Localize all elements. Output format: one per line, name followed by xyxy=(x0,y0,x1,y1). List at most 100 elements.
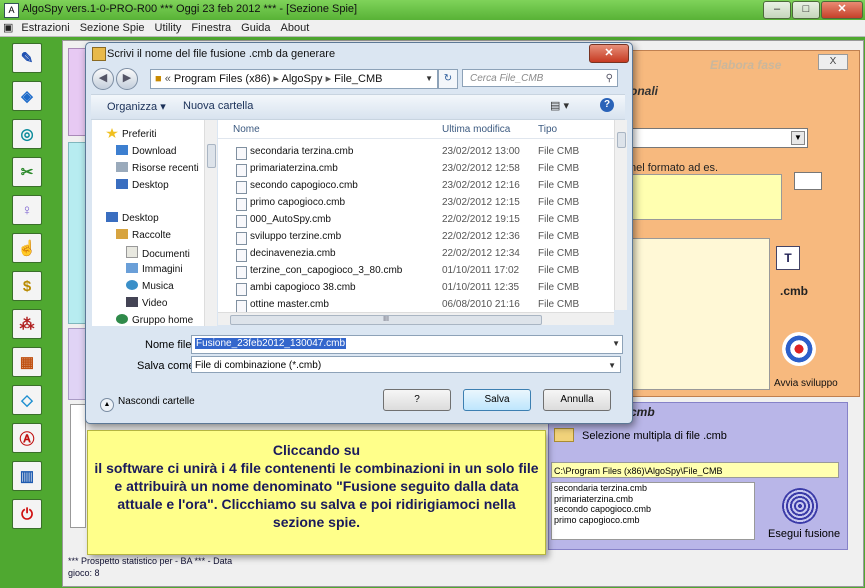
nav-risorse-recenti[interactable]: Risorse recenti xyxy=(116,162,199,174)
panel-input-yellow[interactable] xyxy=(628,174,782,220)
hide-folders-toggle[interactable]: ▲ Nascondi cartelle xyxy=(100,396,195,412)
dialog-title: Scrivi il nome del file fusione .cmb da … xyxy=(107,48,336,60)
nav-immagini[interactable]: Immagini xyxy=(126,263,183,275)
filename-input[interactable]: Fusione_23feb2012_130047.cmb ▼ xyxy=(191,335,623,354)
file-row[interactable]: primo capogioco.cmb 23/02/2012 12:15 File … xyxy=(236,195,614,211)
menu-about[interactable]: About xyxy=(276,21,315,35)
chevron-down-icon[interactable]: ▼ xyxy=(612,339,620,348)
circle-arrow-icon[interactable]: ◎ xyxy=(12,119,42,149)
file-row[interactable]: secondaria terzina.cmb 23/02/2012 13:00 Fi… xyxy=(236,144,614,160)
file-row[interactable]: terzine_con_capogioco_3_80.cmb 01/10/2011… xyxy=(236,263,614,279)
search-input[interactable]: Cerca File_CMB ⚲ xyxy=(462,69,618,87)
esegui-fusione-label[interactable]: Esegui fusione xyxy=(768,528,840,540)
refresh-icon[interactable]: ↻ xyxy=(438,69,458,89)
nav-gruppo-home[interactable]: Gruppo home xyxy=(116,314,193,326)
star-icon xyxy=(106,128,118,138)
network-icon[interactable]: ⁂ xyxy=(12,309,42,339)
folder-icon[interactable] xyxy=(554,428,574,442)
nav-preferiti[interactable]: Preferiti xyxy=(106,128,156,140)
selected-files-list[interactable]: secondaria terzina.cmb primariaterzina.c… xyxy=(551,482,755,540)
file-row[interactable]: ambi capogioco 38.cmb 01/10/2011 12:35 Fil… xyxy=(236,280,614,296)
breadcrumb-algospy[interactable]: AlgoSpy xyxy=(282,73,323,85)
path-field[interactable]: C:\Program Files (x86)\AlgoSpy\File_CMB xyxy=(551,462,839,478)
list-item[interactable]: secondaria terzina.cmb xyxy=(552,483,754,494)
file-row[interactable]: sviluppo terzine.cmb 22/02/2012 12:36 File… xyxy=(236,229,614,245)
library-icon xyxy=(116,229,128,239)
hand-icon[interactable]: ☝ xyxy=(12,233,42,263)
nav-musica[interactable]: Musica xyxy=(126,280,174,292)
nav-desktop-fav[interactable]: Desktop xyxy=(116,179,169,191)
column-type[interactable]: Tipo xyxy=(538,124,557,135)
view-options-icon[interactable]: ▤ ▾ xyxy=(550,99,569,112)
panel-close-button[interactable]: X xyxy=(818,54,848,70)
letter-a-icon[interactable]: Ⓐ xyxy=(12,423,42,453)
box-icon[interactable]: ◈ xyxy=(12,81,42,111)
multi-select-label[interactable]: Selezione multipla di file .cmb xyxy=(582,430,727,442)
list-item[interactable]: primo capogioco.cmb xyxy=(552,515,754,526)
nav-download[interactable]: Download xyxy=(116,145,176,157)
left-panel-lavender xyxy=(68,328,86,400)
menu-finestra[interactable]: Finestra xyxy=(186,21,236,35)
nav-video[interactable]: Video xyxy=(126,297,167,309)
file-row[interactable]: decinavenezia.cmb 22/02/2012 12:34 File CM… xyxy=(236,246,614,262)
status-line-2: gioco: 8 xyxy=(68,568,100,578)
tools-icon[interactable]: ✂ xyxy=(12,157,42,187)
minimize-button[interactable]: – xyxy=(763,1,791,19)
breadcrumb-file-cmb[interactable]: File_CMB xyxy=(334,73,382,85)
list-item[interactable]: secondo capogioco.cmb xyxy=(552,504,754,515)
dialog-close-button[interactable]: ✕ xyxy=(589,44,629,63)
file-icon xyxy=(236,198,247,211)
menu-utility[interactable]: Utility xyxy=(150,21,187,35)
cancel-button[interactable]: Annulla xyxy=(543,389,611,411)
column-modified[interactable]: Ultima modifica xyxy=(442,124,510,135)
breadcrumb-program-files[interactable]: Program Files (x86) xyxy=(174,73,271,85)
panel-small-input[interactable] xyxy=(794,172,822,190)
book-icon[interactable]: ▥ xyxy=(12,461,42,491)
file-row[interactable]: primariaterzina.cmb 23/02/2012 12:58 File … xyxy=(236,161,614,177)
back-arrow-icon[interactable]: ◀ xyxy=(92,68,114,90)
file-list-hscrollbar[interactable]: III xyxy=(218,312,614,325)
file-icon xyxy=(236,215,247,228)
chevron-down-icon[interactable]: ▼ xyxy=(425,70,433,88)
text-file-icon[interactable]: T xyxy=(776,246,800,270)
calendar-icon[interactable]: ▦ xyxy=(12,347,42,377)
panel-section-title: onali xyxy=(630,84,659,98)
column-name[interactable]: Nome xyxy=(233,124,260,135)
help-icon[interactable]: ? xyxy=(600,98,614,112)
nuova-cartella-button[interactable]: Nuova cartella xyxy=(183,100,253,112)
nav-documenti[interactable]: Documenti xyxy=(126,246,190,260)
file-row[interactable]: secondo capogioco.cmb 23/02/2012 12:16 Fil… xyxy=(236,178,614,194)
organizza-button[interactable]: Organizza ▾ xyxy=(107,100,166,113)
file-list-vscrollbar[interactable] xyxy=(614,120,627,310)
panel-text-area[interactable] xyxy=(628,238,770,390)
power-icon[interactable]: ⏻ xyxy=(12,499,42,529)
tutorial-caption: Cliccando su il software ci unirà i 4 fi… xyxy=(87,430,546,555)
panel-combo[interactable]: ▼ xyxy=(628,128,808,148)
close-button[interactable]: ✕ xyxy=(821,1,863,19)
spiral-icon[interactable] xyxy=(782,488,818,524)
nav-desktop[interactable]: Desktop xyxy=(106,212,159,224)
dollar-icon[interactable]: $ xyxy=(12,271,42,301)
homegroup-icon xyxy=(116,314,128,324)
savetype-select[interactable]: File di combinazione (*.cmb) ▼ xyxy=(191,356,621,373)
navigation-pane: Preferiti Download Risorse recenti Deskt… xyxy=(92,120,204,326)
file-row[interactable]: ottine master.cmb 06/08/2010 21:16 File CM… xyxy=(236,297,614,313)
target-icon[interactable] xyxy=(782,332,816,366)
forward-arrow-icon[interactable]: ▶ xyxy=(116,68,138,90)
save-button[interactable]: Salva xyxy=(463,389,531,411)
lightbulb-icon[interactable]: ♀ xyxy=(12,195,42,225)
menu-app-icon[interactable]: ▣ xyxy=(0,20,16,35)
nav-raccolte[interactable]: Raccolte xyxy=(116,229,171,241)
menu-sezione-spie[interactable]: Sezione Spie xyxy=(75,21,150,35)
maximize-button[interactable]: □ xyxy=(792,1,820,19)
address-bar[interactable]: ■ « Program Files (x86) ▸ AlgoSpy ▸ File… xyxy=(150,69,438,89)
nav-scrollbar[interactable] xyxy=(204,120,217,326)
file-row[interactable]: 000_AutoSpy.cmb 22/02/2012 19:15 File CMB xyxy=(236,212,614,228)
diamond-icon[interactable]: ◇ xyxy=(12,385,42,415)
list-item[interactable]: primariaterzina.cmb xyxy=(552,494,754,505)
avvia-sviluppo-label[interactable]: Avvia sviluppo xyxy=(774,378,838,389)
menu-estrazioni[interactable]: Estrazioni xyxy=(16,21,74,35)
pencil-icon[interactable]: ✎ xyxy=(12,43,42,73)
help-button[interactable]: ? xyxy=(383,389,451,411)
menu-guida[interactable]: Guida xyxy=(236,21,275,35)
